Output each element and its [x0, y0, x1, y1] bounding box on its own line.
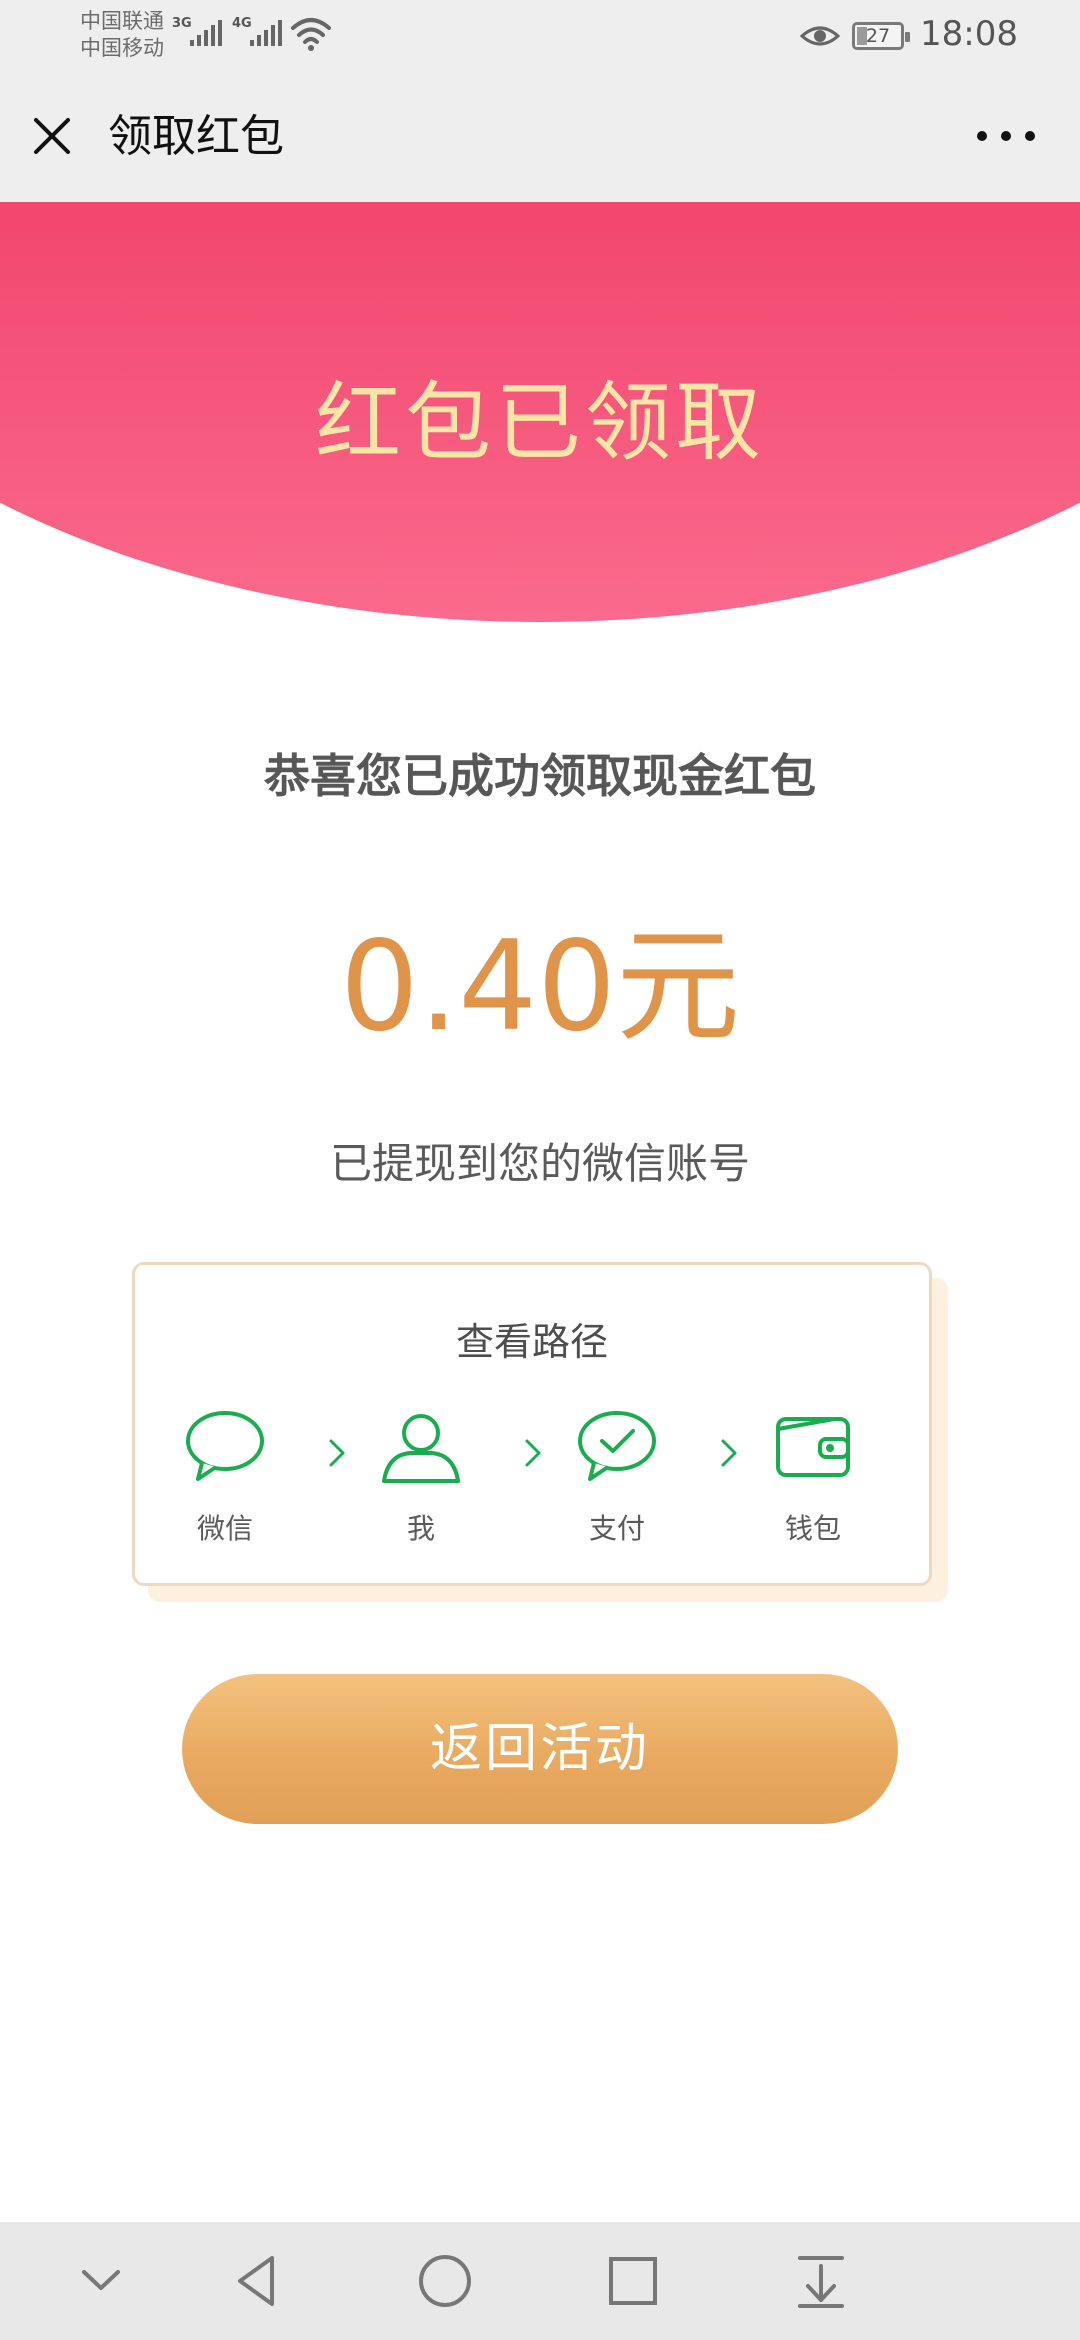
battery-icon: 27 — [852, 22, 910, 50]
chat-bubble-icon — [186, 1411, 264, 1481]
withdrawn-note: 已提现到您的微信账号 — [329, 1139, 750, 1188]
status-bar: 中国联通 中国移动 3G 4G 27 18:08 — [0, 0, 1080, 72]
download-icon[interactable] — [786, 2246, 856, 2316]
path-step-label: 钱包 — [784, 1512, 841, 1545]
home-circle-icon[interactable] — [410, 2246, 480, 2316]
network-type-2: 4G — [232, 16, 252, 31]
wallet-icon — [776, 1417, 850, 1477]
path-step-label: 支付 — [588, 1512, 645, 1545]
banner-title: 红包已领取 — [315, 373, 765, 473]
header-banner: 红包已领取 — [0, 202, 1080, 622]
path-card-title: 查看路径 — [455, 1320, 608, 1364]
congrats-message: 恭喜您已成功领取现金红包 — [264, 749, 816, 803]
title-bar: 领取红包 — [0, 72, 1080, 202]
carrier-2: 中国移动 — [80, 36, 164, 60]
back-triangle-icon[interactable] — [222, 2246, 292, 2316]
path-card: 查看路径 微信 我 支付 钱包 — [132, 1262, 932, 1586]
path-step-me: 我 — [361, 1407, 481, 1547]
battery-level: 27 — [865, 25, 891, 47]
path-step-wallet: 钱包 — [753, 1407, 873, 1547]
path-step-wechat: 微信 — [165, 1407, 285, 1547]
return-to-activity-button[interactable]: 返回活动 — [182, 1674, 898, 1824]
chevron-down-icon[interactable] — [66, 2246, 136, 2316]
recents-square-icon[interactable] — [598, 2246, 668, 2316]
more-icon[interactable] — [966, 108, 1046, 164]
carrier-names: 中国联通 中国移动 — [80, 8, 164, 62]
network-type-1: 3G — [172, 16, 192, 31]
close-icon[interactable] — [24, 108, 80, 164]
path-step-label: 我 — [406, 1512, 435, 1545]
page-title: 领取红包 — [108, 111, 284, 162]
carrier-1: 中国联通 — [80, 9, 164, 33]
wifi-icon — [291, 18, 331, 51]
red-packet-amount: 0.40元 — [339, 915, 741, 1059]
status-time: 18:08 — [920, 14, 1018, 54]
eye-icon — [800, 26, 840, 46]
chevron-right-icon — [329, 1439, 345, 1467]
person-icon — [382, 1414, 460, 1483]
check-bubble-icon — [578, 1411, 656, 1481]
path-step-pay: 支付 — [557, 1407, 677, 1547]
path-step-label: 微信 — [196, 1512, 253, 1545]
chevron-right-icon — [721, 1439, 737, 1467]
chevron-right-icon — [525, 1439, 541, 1467]
system-nav-bar — [0, 2222, 1080, 2340]
